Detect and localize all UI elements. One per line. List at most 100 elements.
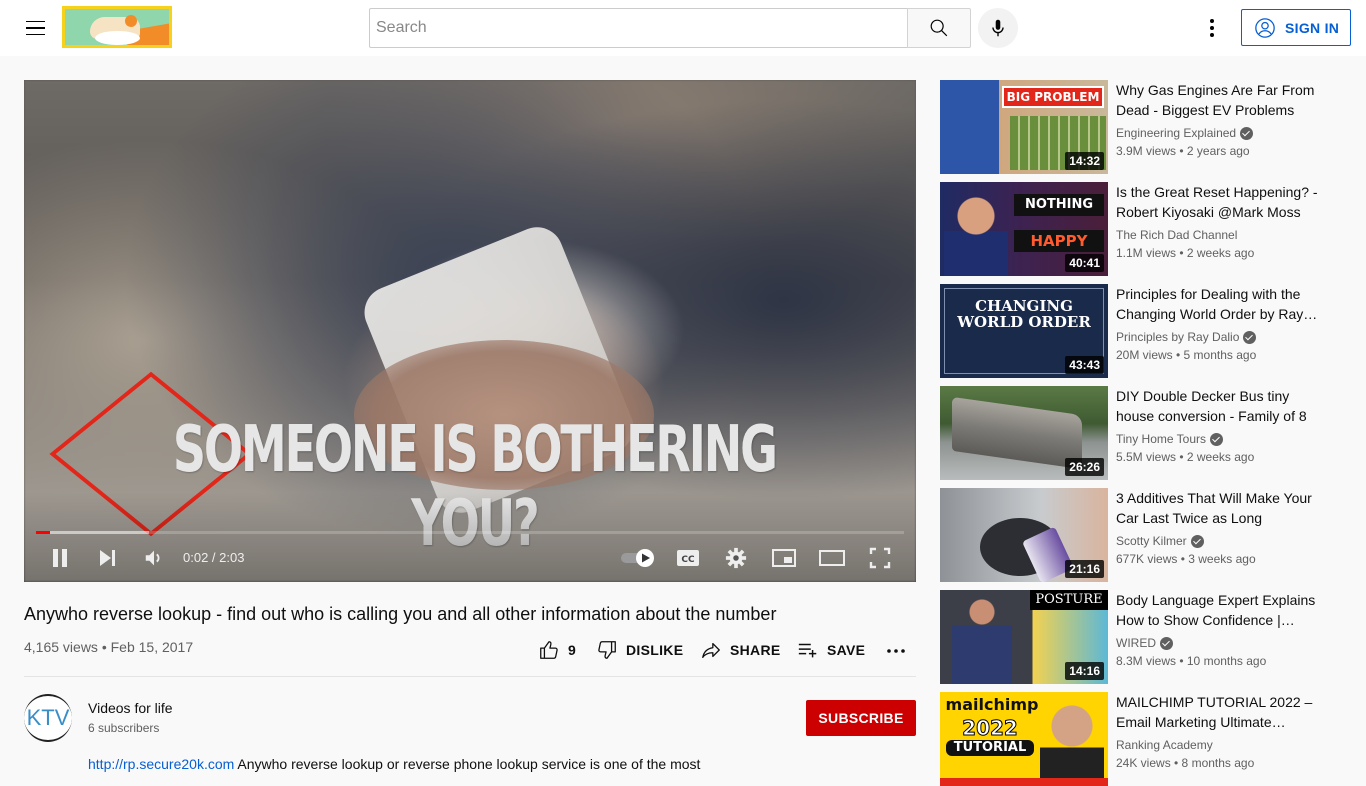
fullscreen-button[interactable] — [866, 544, 894, 572]
recommended-video-meta: 8.3M views • 10 months ago — [1116, 654, 1267, 668]
verified-badge-icon — [1190, 534, 1204, 548]
subscriber-count: 6 subscribers — [88, 721, 160, 735]
gear-icon — [725, 547, 747, 569]
video-duration: 14:32 — [1065, 152, 1104, 170]
volume-icon — [145, 550, 160, 566]
thumbnail-caption: CHANGING WORLD ORDER — [957, 297, 1091, 331]
recommended-video-meta: 677K views • 3 weeks ago — [1116, 552, 1256, 566]
thumbs-up-icon — [540, 641, 558, 659]
time-display: 0:02 / 2:03 — [183, 550, 245, 565]
video-description: http://rp.secure20k.com Anywho reverse l… — [88, 756, 700, 772]
verified-badge-icon — [1160, 636, 1173, 650]
recommended-video[interactable]: NOTHING HAPPY 40:41 Is the Great Reset H… — [940, 182, 1340, 276]
video-view-count-and-date: 4,165 views • Feb 15, 2017 — [24, 639, 194, 655]
divider — [24, 676, 916, 677]
thumbs-down-icon — [598, 641, 616, 659]
video-thumbnail: mailchimp 2022 TUTORIAL — [940, 692, 1108, 786]
autoplay-toggle[interactable] — [618, 544, 658, 572]
pause-icon — [53, 549, 67, 567]
sign-in-button[interactable]: SIGN IN — [1241, 9, 1351, 46]
add-to-playlist-icon — [798, 643, 817, 658]
progress-played — [36, 531, 50, 534]
recommended-video-title: Principles for Dealing with the Changing… — [1116, 286, 1318, 322]
recommended-video[interactable]: 21:16 3 Additives That Will Make Your Ca… — [940, 488, 1340, 582]
recommended-video-title: Why Gas Engines Are Far From Dead - Bigg… — [1116, 82, 1315, 118]
thumbnail-caption: BIG PROBLEM — [1002, 86, 1104, 108]
skip-next-icon — [100, 550, 115, 566]
description-text: Anywho reverse lookup or reverse phone l… — [234, 756, 701, 772]
voice-search-button[interactable] — [978, 8, 1018, 48]
progress-loaded — [36, 531, 149, 534]
video-duration: 43:43 — [1065, 356, 1104, 374]
thumbnail-caption: mailchimp — [945, 695, 1039, 714]
account-circle-icon — [1255, 17, 1275, 38]
next-button[interactable] — [94, 544, 122, 572]
volume-button[interactable] — [140, 544, 168, 572]
recommended-video-title: 3 Additives That Will Make Your Car Last… — [1116, 490, 1312, 526]
recommended-video-channel: Ranking Academy — [1116, 738, 1213, 752]
captions-button[interactable]: CC — [674, 544, 702, 572]
more-vertical-icon[interactable] — [1200, 16, 1224, 40]
channel-name[interactable]: Videos for life — [88, 700, 173, 716]
thumbnail-caption: 2022 — [962, 716, 1019, 741]
recommended-video-meta: 5.5M views • 2 weeks ago — [1116, 450, 1255, 464]
like-button[interactable]: 9 — [538, 636, 576, 664]
recommended-video-channel: WIRED — [1116, 636, 1156, 650]
logo-art — [95, 31, 140, 45]
thumbnail-caption: POSTURE — [1030, 590, 1108, 610]
video-thumbnail: CHANGING WORLD ORDER 43:43 — [940, 284, 1108, 378]
video-thumbnail: BIG PROBLEM 14:32 — [940, 80, 1108, 174]
more-horizontal-icon — [887, 649, 905, 653]
search-input[interactable] — [370, 9, 908, 47]
thumbnail-art — [952, 396, 1082, 470]
recommended-video[interactable]: 26:26 DIY Double Decker Bus tiny house c… — [940, 386, 1340, 480]
recommended-video-channel: Scotty Kilmer — [1116, 534, 1187, 548]
svg-text:CC: CC — [681, 555, 695, 565]
autoplay-toggle-icon — [621, 549, 654, 567]
video-thumbnail: NOTHING HAPPY 40:41 — [940, 182, 1108, 276]
recommended-video-title: MAILCHIMP TUTORIAL 2022 – Email Marketin… — [1116, 694, 1313, 730]
microphone-icon — [992, 19, 1004, 37]
video-player[interactable]: SOMEONE IS BOTHERING YOU? 0:02 / 2:03 CC — [24, 80, 916, 582]
description-link[interactable]: http://rp.secure20k.com — [88, 756, 234, 772]
video-thumbnail: 26:26 — [940, 386, 1108, 480]
subscribe-button[interactable]: SUBSCRIBE — [806, 700, 916, 736]
theater-mode-button[interactable] — [818, 544, 846, 572]
verified-badge-icon — [1210, 432, 1224, 446]
recommended-video[interactable]: POSTURE 14:16 Body Language Expert Expla… — [940, 590, 1340, 684]
share-icon — [702, 642, 720, 658]
more-actions-button[interactable] — [884, 636, 908, 664]
settings-button[interactable] — [722, 544, 750, 572]
thumbnail-caption: TUTORIAL — [946, 740, 1034, 756]
recommended-video-title: DIY Double Decker Bus tiny house convers… — [1116, 388, 1307, 424]
pause-button[interactable] — [46, 544, 74, 572]
thumbnail-art — [940, 778, 1108, 786]
recommended-video-meta: 20M views • 5 months ago — [1116, 348, 1257, 362]
progress-bar[interactable] — [36, 531, 904, 534]
recommended-video-channel: The Rich Dad Channel — [1116, 228, 1238, 242]
dislike-label: DISLIKE — [626, 642, 684, 658]
video-title: Anywho reverse lookup - find out who is … — [24, 604, 777, 624]
channel-avatar[interactable]: KTV — [24, 694, 72, 742]
recommended-video-title: Body Language Expert Explains How to Sho… — [1116, 592, 1316, 628]
recommended-video-meta: 3.9M views • 2 years ago — [1116, 144, 1250, 158]
recommended-video[interactable]: mailchimp 2022 TUTORIAL MAILCHIMP TUTORI… — [940, 692, 1340, 786]
theater-mode-icon — [819, 550, 845, 566]
captions-icon: CC — [677, 550, 699, 566]
share-button[interactable]: SHARE — [700, 636, 781, 664]
miniplayer-button[interactable] — [770, 544, 798, 572]
recommended-video[interactable]: CHANGING WORLD ORDER 43:43 Principles for… — [940, 284, 1340, 378]
hamburger-menu-icon[interactable] — [24, 16, 48, 40]
recommended-video[interactable]: BIG PROBLEM 14:32 Why Gas Engines Are Fa… — [940, 80, 1340, 174]
save-button[interactable]: SAVE — [797, 636, 865, 664]
recommended-video-meta: 24K views • 8 months ago — [1116, 756, 1255, 770]
recommended-video-meta: 1.1M views • 2 weeks ago — [1116, 246, 1255, 260]
search-button[interactable] — [907, 8, 971, 48]
verified-badge-icon — [1243, 330, 1257, 344]
channel-avatar-text: KTV — [26, 705, 70, 730]
video-duration: 26:26 — [1065, 458, 1104, 476]
doodle-logo[interactable] — [62, 6, 172, 48]
miniplayer-icon — [772, 549, 796, 567]
recommended-video-channel: Principles by Ray Dalio — [1116, 330, 1240, 344]
dislike-button[interactable]: DISLIKE — [596, 636, 683, 664]
